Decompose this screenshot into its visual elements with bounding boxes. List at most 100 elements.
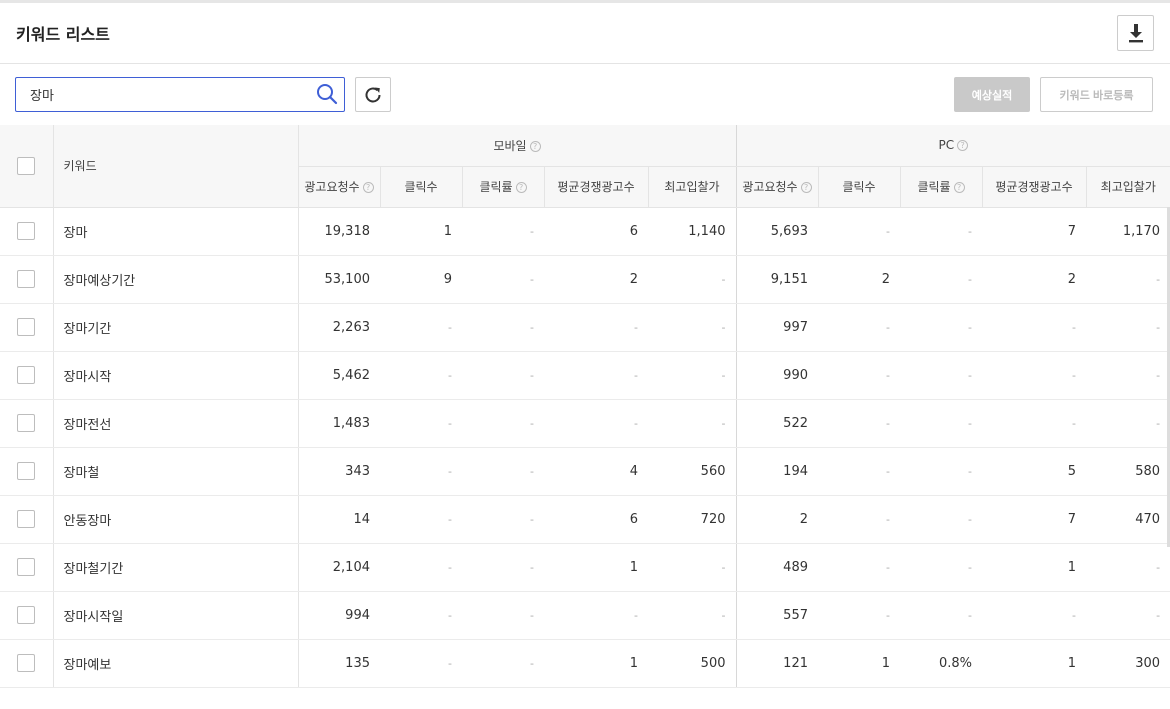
header-pc-ctr[interactable]: 클릭률?	[899, 166, 982, 208]
help-icon[interactable]: ?	[515, 182, 527, 193]
row-checkbox-cell	[0, 255, 54, 304]
keyword-cell[interactable]: 장마전선	[53, 399, 299, 448]
header-mobile-clicks[interactable]: 클릭수	[379, 166, 462, 208]
mobile-value-cell: -	[380, 399, 462, 448]
keyword-cell[interactable]: 장마	[53, 207, 299, 256]
mobile-value-cell: -	[380, 591, 462, 640]
table-row: 장마기간 2,263- - - -997- - - -	[0, 303, 1170, 352]
table-row: 안동장마 14- -6 720 2- -7 470	[0, 495, 1170, 544]
row-checkbox[interactable]	[17, 366, 36, 384]
mobile-value-cell: -	[462, 543, 544, 592]
row-checkbox[interactable]	[17, 558, 36, 576]
pc-value-cell: 522	[736, 399, 818, 448]
header-pc-competition[interactable]: 평균경쟁광고수	[981, 166, 1086, 208]
row-checkbox[interactable]	[17, 510, 36, 528]
keyword-cell[interactable]: 장마기간	[53, 303, 299, 352]
mobile-value-cell: -	[380, 639, 462, 688]
header-pc-clicks[interactable]: 클릭수	[817, 166, 900, 208]
pc-value-cell: -	[818, 303, 900, 352]
pc-value-cell: 580	[1086, 447, 1170, 496]
table-row: 장마시작일 994- - - -557- - - -	[0, 591, 1170, 640]
mobile-value-cell: -	[462, 255, 544, 304]
search-box	[15, 77, 345, 112]
mobile-value-cell: -	[544, 591, 648, 640]
search-icon[interactable]	[316, 83, 338, 105]
row-checkbox-cell	[0, 303, 54, 352]
pc-value-cell: 7	[982, 207, 1086, 256]
keyword-cell[interactable]: 장마철	[53, 447, 299, 496]
pc-value-cell: 121	[736, 639, 818, 688]
mobile-value-cell: 6	[544, 207, 648, 256]
row-checkbox[interactable]	[17, 462, 36, 480]
row-checkbox-cell	[0, 639, 54, 688]
mobile-value-cell: -	[648, 303, 737, 352]
table-row: 장마전선 1,483- - - -522- - - -	[0, 399, 1170, 448]
select-all-checkbox[interactable]	[17, 156, 36, 175]
pc-value-cell: -	[1086, 351, 1170, 400]
register-keyword-button[interactable]: 키워드 바로등록	[1040, 77, 1153, 112]
pc-value-cell: -	[900, 351, 982, 400]
mobile-value-cell: -	[544, 303, 648, 352]
toolbar: 예상실적 키워드 바로등록	[0, 64, 1170, 125]
row-checkbox-cell	[0, 351, 54, 400]
mobile-value-cell: -	[462, 351, 544, 400]
header-keyword: 키워드	[52, 125, 298, 208]
header-mobile-impressions[interactable]: 광고요청수?	[297, 166, 380, 208]
mobile-value-cell: 19,318	[298, 207, 380, 256]
keyword-cell[interactable]: 장마예상기간	[53, 255, 299, 304]
mobile-value-cell: -	[462, 399, 544, 448]
pc-value-cell: -	[982, 399, 1086, 448]
help-icon[interactable]: ?	[957, 140, 969, 152]
row-checkbox[interactable]	[17, 222, 36, 240]
header-pc-max-bid[interactable]: 최고입찰가	[1085, 166, 1170, 208]
mobile-value-cell: -	[380, 543, 462, 592]
header-mobile-ctr[interactable]: 클릭률?	[461, 166, 544, 208]
mobile-value-cell: -	[380, 447, 462, 496]
keyword-cell[interactable]: 장마철기간	[53, 543, 299, 592]
pc-value-cell: 300	[1086, 639, 1170, 688]
table-row: 장마시작 5,462- - - -990- - - -	[0, 351, 1170, 400]
keyword-cell[interactable]: 장마예보	[53, 639, 299, 688]
table-row: 장마예보 135- -1 500 121 1 0.8% 1 300	[0, 639, 1170, 688]
refresh-button[interactable]	[355, 77, 391, 112]
pc-value-cell: 5	[982, 447, 1086, 496]
pc-value-cell: 2	[982, 255, 1086, 304]
mobile-value-cell: -	[648, 399, 737, 448]
header-mobile-competition[interactable]: 평균경쟁광고수	[543, 166, 648, 208]
header-pc-impressions[interactable]: 광고요청수?	[735, 166, 818, 208]
download-button[interactable]	[1117, 15, 1154, 51]
keyword-cell[interactable]: 장마시작	[53, 351, 299, 400]
keyword-cell[interactable]: 장마시작일	[53, 591, 299, 640]
mobile-value-cell: -	[380, 303, 462, 352]
pc-value-cell: -	[900, 447, 982, 496]
keyword-cell[interactable]: 안동장마	[53, 495, 299, 544]
mobile-value-cell: 9	[380, 255, 462, 304]
row-checkbox[interactable]	[17, 318, 36, 336]
help-icon[interactable]: ?	[800, 182, 812, 193]
pc-value-cell: -	[1086, 543, 1170, 592]
pc-value-cell: -	[818, 447, 900, 496]
help-icon[interactable]: ?	[362, 182, 374, 193]
row-checkbox[interactable]	[17, 414, 36, 432]
header-mobile-max-bid[interactable]: 최고입찰가	[647, 166, 736, 208]
mobile-value-cell: -	[462, 207, 544, 256]
pc-value-cell: -	[818, 543, 900, 592]
mobile-value-cell: -	[648, 255, 737, 304]
mobile-value-cell: -	[648, 543, 737, 592]
pc-value-cell: 1	[818, 639, 900, 688]
pc-value-cell: -	[900, 543, 982, 592]
search-input[interactable]	[16, 78, 306, 111]
mobile-value-cell: 1	[380, 207, 462, 256]
estimate-button[interactable]: 예상실적	[954, 77, 1030, 112]
row-checkbox[interactable]	[17, 606, 36, 624]
pc-value-cell: 557	[736, 591, 818, 640]
pc-value-cell: 1,170	[1086, 207, 1170, 256]
pc-value-cell: -	[818, 351, 900, 400]
mobile-value-cell: -	[380, 495, 462, 544]
table-body: 장마 19,318 1-6 1,140 5,693- -7 1,170 장마예상기간 53,10…	[0, 207, 1170, 688]
help-icon[interactable]: ?	[529, 140, 541, 152]
row-checkbox[interactable]	[17, 270, 36, 288]
pc-value-cell: -	[818, 207, 900, 256]
row-checkbox[interactable]	[17, 654, 36, 672]
help-icon[interactable]: ?	[953, 182, 965, 193]
